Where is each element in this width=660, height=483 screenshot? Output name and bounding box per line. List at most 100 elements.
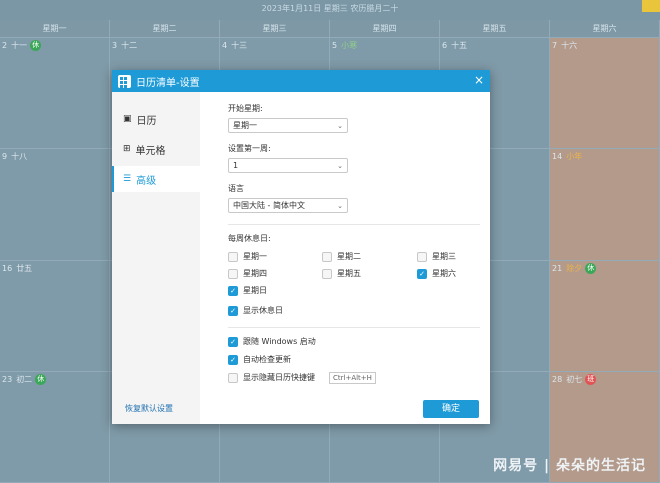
calendar-day-cell[interactable]: 7 十六 (550, 38, 660, 150)
sidebar-item-advanced[interactable]: ☰ 高级 (112, 166, 200, 192)
day-number: 4 十三 (222, 40, 247, 51)
lunar-date: 十八 (11, 152, 28, 162)
checkbox-unchecked-icon (228, 268, 238, 279)
lunar-date: 十六 (561, 41, 578, 50)
checkbox-label: 星期四 (243, 269, 267, 278)
checkbox-checked-icon: ✓ (228, 336, 238, 347)
lunar-date: 十五 (451, 41, 468, 50)
calendar-day-cell[interactable]: 9 十八 (0, 149, 110, 261)
show-rest-day-checkbox[interactable]: ✓ 显示休息日 (228, 302, 480, 319)
checkbox-label: 星期日 (243, 286, 267, 295)
lunar-date: 初二 (16, 374, 33, 384)
calendar-day-cell[interactable]: 21 除夕休 (550, 260, 660, 372)
divider (228, 327, 480, 328)
settings-sidebar: ▣ 日历 ⊞ 单元格 ☰ 高级 (112, 92, 200, 424)
rest-day-badge: 休 (35, 373, 47, 385)
checkbox-label: 星期二 (337, 252, 361, 261)
checkbox-label: 显示休息日 (243, 306, 283, 315)
day-number: 28 初七班 (552, 373, 597, 385)
day-number: 2 十一休 (2, 40, 42, 51)
day-number: 21 除夕休 (552, 262, 597, 274)
checkbox-checked-icon: ✓ (228, 305, 238, 316)
checkbox-label: 星期五 (337, 269, 361, 278)
day-number: 6 十五 (442, 40, 467, 51)
rest-day-checkbox[interactable]: 星期四 (228, 265, 322, 282)
select-value: 1 (233, 161, 239, 170)
language-select[interactable]: 中国大陆 - 简体中文 ⌄ (228, 198, 348, 213)
day-date: 4 (222, 41, 228, 50)
lunar-date: 十二 (121, 41, 138, 50)
lunar-date: 初七 (566, 374, 583, 384)
checkbox-label: 跟随 Windows 启动 (243, 337, 316, 346)
lunar-date: 除夕 (566, 263, 583, 273)
weekday-label: 星期二 (110, 20, 220, 37)
rest-day-checkbox[interactable]: ✓ 星期六 (417, 265, 477, 282)
rest-day-checkbox[interactable]: ✓ 星期日 (228, 282, 322, 299)
lunar-date: 十三 (231, 41, 248, 50)
checkbox-unchecked-icon (322, 251, 332, 262)
divider (228, 224, 480, 225)
checkbox-checked-icon: ✓ (228, 285, 238, 296)
start-week-label: 开始星期: (228, 104, 263, 113)
weekday-label: 星期三 (220, 20, 330, 37)
auto-update-checkbox[interactable]: ✓ 自动检查更新 (228, 351, 480, 368)
day-date: 16 (2, 263, 13, 273)
sidebar-item-label: 日历 (136, 115, 157, 127)
day-number: 5 小寒 (332, 40, 357, 51)
day-date: 28 (552, 374, 563, 384)
day-date: 21 (552, 263, 563, 273)
hide-hotkey-checkbox[interactable]: 显示隐藏日历快捷键 Ctrl+Alt+H (228, 369, 480, 386)
checkbox-label: 星期一 (243, 252, 267, 261)
checkbox-unchecked-icon (417, 251, 427, 262)
settings-dialog: 日历清单-设置 × ▣ 日历 ⊞ 单元格 ☰ 高级 开始星期: 星期一 ⌄ 设置… (112, 70, 490, 424)
dialog-title: 日历清单-设置 (136, 77, 200, 89)
sidebar-item-calendar[interactable]: ▣ 日历 (112, 106, 200, 132)
calendar-icon: ▣ (123, 114, 132, 124)
rest-day-checkbox[interactable]: 星期三 (417, 248, 477, 265)
weekday-header: 星期一 星期二 星期三 星期四 星期五 星期六 (0, 20, 660, 38)
checkbox-label: 显示隐藏日历快捷键 (243, 373, 315, 382)
startup-checkbox[interactable]: ✓ 跟随 Windows 启动 (228, 333, 480, 350)
first-week-select[interactable]: 1 ⌄ (228, 158, 348, 173)
checkbox-unchecked-icon (228, 251, 238, 262)
checkbox-checked-icon: ✓ (228, 354, 238, 365)
language-label: 语言 (228, 184, 244, 193)
app-grid-icon (118, 74, 131, 96)
work-day-badge: 班 (585, 373, 597, 385)
rest-day-checkbox[interactable]: 星期五 (322, 265, 417, 282)
start-week-select[interactable]: 星期一 ⌄ (228, 118, 348, 133)
calendar-day-cell[interactable]: 2 十一休 (0, 38, 110, 150)
day-date: 7 (552, 41, 558, 50)
day-number: 23 初二休 (2, 373, 47, 385)
lunar-date: 小寒 (341, 41, 358, 50)
select-value: 中国大陆 - 简体中文 (233, 201, 305, 210)
chevron-down-icon: ⌄ (337, 161, 343, 170)
sidebar-item-cell[interactable]: ⊞ 单元格 (112, 136, 200, 162)
weekday-label: 星期四 (330, 20, 440, 37)
calendar-day-cell[interactable]: 16 廿五 (0, 260, 110, 372)
dialog-titlebar: 日历清单-设置 × (112, 70, 490, 96)
sidebar-item-label: 单元格 (135, 145, 166, 157)
day-date: 23 (2, 374, 13, 384)
calendar-day-cell[interactable]: 14 小年 (550, 149, 660, 261)
rest-day-checkbox[interactable]: 星期一 (228, 248, 322, 265)
rest-day-checkbox[interactable]: 星期二 (322, 248, 417, 265)
rest-days-group: 星期一 星期二 星期三 星期四 星期五 ✓ 星期六 ✓ 星期日 (228, 248, 480, 299)
hotkey-input[interactable]: Ctrl+Alt+H (329, 371, 376, 384)
close-icon[interactable]: × (474, 73, 484, 87)
day-date: 9 (2, 152, 8, 162)
day-date: 14 (552, 152, 563, 162)
restore-defaults-link[interactable]: 恢复默认设置 (125, 403, 173, 414)
checkbox-label: 星期六 (432, 269, 456, 278)
calendar-day-cell[interactable]: 23 初二休 (0, 371, 110, 483)
calendar-header: 2023年1月11日 星期三 农历腊月二十 (0, 0, 660, 20)
ok-button[interactable]: 确定 (423, 400, 479, 418)
settings-content: 开始星期: 星期一 ⌄ 设置第一周: 1 ⌄ 语言 中国大陆 - 简体中文 ⌄ … (228, 100, 480, 386)
grid-icon: ⊞ (123, 144, 131, 154)
day-number: 14 小年 (552, 151, 582, 162)
watermark: 网易号 | 朵朵的生活记 (493, 458, 646, 474)
lunar-date: 廿五 (16, 263, 33, 273)
day-date: 3 (112, 41, 118, 50)
checkbox-unchecked-icon (322, 268, 332, 279)
list-icon: ☰ (123, 174, 132, 184)
